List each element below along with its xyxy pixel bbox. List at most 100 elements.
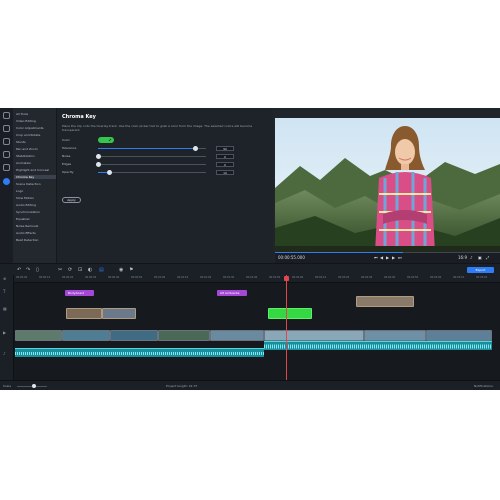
tool-item-crop-rotate[interactable]: Crop and Rotate bbox=[16, 133, 40, 137]
tool-item-audio-effects[interactable]: Audio Effects bbox=[16, 231, 36, 235]
ruler-tick: 00:00:30 bbox=[85, 276, 97, 279]
edges-slider-knob[interactable] bbox=[96, 162, 101, 167]
audio-waveform bbox=[15, 352, 264, 355]
video-clip[interactable] bbox=[158, 330, 210, 341]
tool-item-noise-removal[interactable]: Noise Removal bbox=[16, 224, 38, 228]
title-clip-bodyboard[interactable]: Bodyboard bbox=[65, 290, 94, 296]
aspect-ratio-select[interactable]: 16:9 bbox=[458, 255, 467, 260]
snapshot-icon[interactable]: ▣ bbox=[478, 255, 482, 260]
marker-icon[interactable]: ⚑ bbox=[129, 267, 133, 273]
title-clip-alt-ambiente[interactable]: Alt Ambiente bbox=[217, 290, 247, 296]
timeline[interactable]: ⊕ T ▦ ▶ ♪ 00:00:00 00:00:10 00:00:20 00:… bbox=[0, 275, 500, 380]
tool-item-logo[interactable]: Logo bbox=[16, 189, 23, 193]
overlay-track-icon[interactable]: ▦ bbox=[3, 306, 7, 311]
stickers-icon[interactable] bbox=[3, 164, 10, 171]
tool-item-stunts[interactable]: Stunts bbox=[16, 140, 26, 144]
import-icon[interactable] bbox=[3, 112, 10, 119]
overlay-clip[interactable] bbox=[66, 308, 102, 319]
ruler-tick: 00:00:40 bbox=[108, 276, 120, 279]
tolerance-slider[interactable] bbox=[98, 146, 206, 151]
video-track-icon[interactable]: ▶ bbox=[3, 330, 6, 335]
noise-slider-knob[interactable] bbox=[96, 154, 101, 159]
opacity-value[interactable]: 10 bbox=[216, 170, 234, 175]
scale-slider-knob[interactable] bbox=[32, 384, 36, 388]
skip-back-icon[interactable]: ⏮ bbox=[374, 255, 378, 260]
noise-value[interactable]: 0 bbox=[216, 154, 234, 159]
opacity-slider[interactable] bbox=[98, 170, 206, 175]
overlay-clip[interactable] bbox=[356, 296, 414, 307]
audio-clip[interactable] bbox=[15, 348, 264, 357]
title-track-icon[interactable]: T bbox=[3, 289, 5, 294]
effects-icon[interactable] bbox=[3, 125, 10, 132]
fullscreen-icon[interactable]: ⤢ bbox=[486, 255, 489, 260]
ruler-tick: 00:00:10 bbox=[39, 276, 51, 279]
video-clip[interactable] bbox=[62, 330, 110, 341]
add-track-icon[interactable]: ⊕ bbox=[3, 276, 6, 281]
color-label: Color bbox=[62, 138, 70, 142]
rotate-icon[interactable]: ⟳ bbox=[68, 267, 72, 273]
time-display: 00:00:55.000 bbox=[278, 255, 305, 260]
tolerance-slider-knob[interactable] bbox=[193, 146, 199, 151]
overlay-clip[interactable] bbox=[102, 308, 136, 319]
skip-forward-icon[interactable]: ⏭ bbox=[398, 255, 402, 260]
tools-header[interactable]: All Tools bbox=[16, 112, 28, 116]
redo-icon[interactable]: ↷ bbox=[26, 267, 30, 273]
crop-icon[interactable]: ⊡ bbox=[78, 267, 82, 273]
tool-item-beat-detection[interactable]: Beat Detection bbox=[16, 238, 38, 242]
scale-slider[interactable] bbox=[17, 384, 47, 388]
transitions-icon[interactable] bbox=[3, 138, 10, 145]
preview-progress-bar[interactable] bbox=[275, 252, 500, 253]
step-back-icon[interactable]: ◀ bbox=[380, 255, 383, 260]
ruler-tick: 00:02:50 bbox=[407, 276, 419, 279]
video-clip[interactable] bbox=[364, 330, 426, 341]
ruler-tick: 00:03:00 bbox=[430, 276, 442, 279]
delete-icon[interactable]: ▯ bbox=[36, 267, 39, 273]
titles-icon[interactable] bbox=[3, 151, 10, 158]
tool-item-chroma-key[interactable]: Chroma Key bbox=[14, 175, 56, 179]
audio-clip[interactable] bbox=[264, 341, 492, 350]
tool-item-highlight-conceal[interactable]: Highlight and Conceal bbox=[16, 168, 49, 172]
edges-slider[interactable] bbox=[96, 162, 206, 167]
timeline-ruler[interactable]: 00:00:00 00:00:10 00:00:20 00:00:30 00:0… bbox=[14, 275, 500, 283]
notifications-link[interactable]: Notifications bbox=[474, 384, 493, 388]
ruler-tick: 00:01:30 bbox=[223, 276, 235, 279]
video-preview[interactable] bbox=[275, 118, 500, 252]
video-clip[interactable] bbox=[264, 330, 364, 341]
color-picker-button[interactable] bbox=[98, 137, 114, 143]
play-icon[interactable]: ▶ bbox=[386, 255, 389, 260]
clip-properties-icon[interactable]: ▤ bbox=[99, 267, 104, 273]
tool-item-synchronization[interactable]: Synchronization bbox=[16, 210, 40, 214]
export-button[interactable]: Export bbox=[467, 267, 494, 273]
noise-slider[interactable] bbox=[96, 154, 206, 159]
video-clip[interactable] bbox=[210, 330, 264, 341]
tool-item-audio-editing[interactable]: Audio Editing bbox=[16, 203, 36, 207]
tool-item-pan-zoom[interactable]: Pan and Zoom bbox=[16, 147, 38, 151]
split-icon[interactable]: ✂ bbox=[58, 267, 62, 273]
step-forward-icon[interactable]: ▶ bbox=[392, 255, 395, 260]
ruler-tick: 00:00:50 bbox=[131, 276, 143, 279]
video-clip[interactable] bbox=[426, 330, 492, 341]
more-tools-icon[interactable] bbox=[3, 178, 10, 185]
video-clip[interactable] bbox=[110, 330, 158, 341]
playhead[interactable] bbox=[286, 275, 287, 380]
color-icon[interactable]: ◐ bbox=[88, 267, 92, 273]
volume-icon[interactable]: ♪ bbox=[470, 255, 473, 260]
tool-item-color-adjustments[interactable]: Color Adjustments bbox=[16, 126, 44, 130]
tool-item-scene-detection[interactable]: Scene Detection bbox=[16, 182, 41, 186]
record-icon[interactable]: ◉ bbox=[119, 267, 123, 273]
video-clip[interactable] bbox=[15, 330, 62, 341]
audio-track-icon[interactable]: ♪ bbox=[3, 351, 6, 356]
noise-label: Noise bbox=[62, 154, 71, 158]
tool-item-animation[interactable]: Animation bbox=[16, 161, 31, 165]
edges-value[interactable]: 0 bbox=[216, 162, 234, 167]
tool-category-strip bbox=[0, 108, 13, 263]
tool-item-stabilization[interactable]: Stabilization bbox=[16, 154, 34, 158]
opacity-slider-knob[interactable] bbox=[106, 170, 112, 175]
undo-icon[interactable]: ↶ bbox=[17, 267, 21, 273]
chroma-key-clip[interactable] bbox=[268, 308, 312, 319]
apply-button[interactable]: Apply bbox=[62, 197, 81, 203]
tool-item-video-editing[interactable]: Video Editing bbox=[16, 119, 36, 123]
tolerance-value[interactable]: 90 bbox=[216, 146, 234, 151]
tool-item-equalizer[interactable]: Equalizer bbox=[16, 217, 30, 221]
tool-item-slow-motion[interactable]: Slow Motion bbox=[16, 196, 34, 200]
